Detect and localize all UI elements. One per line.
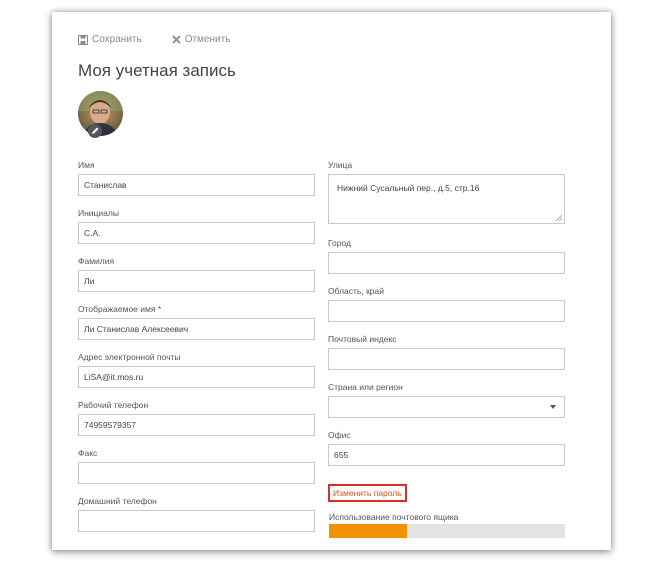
right-column: Улица Нижний Сусальный пер., д.5, стр.16…	[328, 160, 565, 478]
initials-field: Инициалы С.А.	[78, 208, 315, 256]
display-name-input[interactable]: Ли Станислав Алексеевич	[78, 318, 315, 340]
postal-code-input[interactable]	[328, 348, 565, 370]
close-icon	[172, 35, 181, 44]
field-label: Улица	[328, 160, 353, 170]
save-icon	[78, 34, 88, 45]
first-name-field: Имя Станислав	[78, 160, 315, 208]
cancel-button[interactable]: Отменить	[172, 34, 231, 45]
initials-input[interactable]: С.А.	[78, 222, 315, 244]
field-label: Отображаемое имя *	[78, 304, 162, 314]
postal-code-field: Почтовый индекс	[328, 334, 565, 382]
country-select[interactable]	[328, 396, 565, 418]
edit-photo-icon[interactable]	[88, 124, 102, 138]
field-label: Почтовый индекс	[328, 334, 397, 344]
toolbar: Сохранить Отменить	[78, 34, 230, 45]
last-name-field: Фамилия Ли	[78, 256, 315, 304]
street-textarea[interactable]: Нижний Сусальный пер., д.5, стр.16	[328, 174, 565, 224]
field-label: Город	[328, 238, 351, 248]
email-field: Адрес электронной почты LiSA@it.mos.ru	[78, 352, 315, 400]
field-label: Факс	[78, 448, 98, 458]
street-field: Улица Нижний Сусальный пер., д.5, стр.16	[328, 160, 565, 238]
work-phone-input[interactable]: 74959579357	[78, 414, 315, 436]
field-label: Инициалы	[78, 208, 119, 218]
region-field: Область, край	[328, 286, 565, 334]
home-phone-input[interactable]	[78, 510, 315, 532]
field-label: Домашний телефон	[78, 496, 157, 506]
field-label: Имя	[78, 160, 95, 170]
email-input[interactable]: LiSA@it.mos.ru	[78, 366, 315, 388]
region-input[interactable]	[328, 300, 565, 322]
office-input[interactable]: 655	[328, 444, 565, 466]
last-name-input[interactable]: Ли	[78, 270, 315, 292]
city-input[interactable]	[328, 252, 565, 274]
field-label: Рабочий телефон	[78, 400, 149, 410]
field-label: Офис	[328, 430, 351, 440]
first-name-input[interactable]: Станислав	[78, 174, 315, 196]
display-name-field: Отображаемое имя * Ли Станислав Алексеев…	[78, 304, 315, 352]
field-label: Фамилия	[78, 256, 115, 266]
save-button[interactable]: Сохранить	[78, 34, 142, 45]
work-phone-field: Рабочий телефон 74959579357	[78, 400, 315, 448]
street-value: Нижний Сусальный пер., д.5, стр.16	[337, 183, 480, 193]
account-panel: Сохранить Отменить Моя учетная запись Им…	[52, 12, 611, 550]
fax-input[interactable]	[78, 462, 315, 484]
country-field: Страна или регион	[328, 382, 565, 430]
field-label: Адрес электронной почты	[78, 352, 181, 362]
home-phone-field: Домашний телефон	[78, 496, 315, 544]
field-label: Область, край	[328, 286, 385, 296]
mailbox-usage-fill	[329, 524, 407, 538]
change-password-link[interactable]: Изменить пароль	[328, 484, 407, 502]
mailbox-usage-bar	[329, 524, 565, 538]
office-field: Офис 655	[328, 430, 565, 478]
chevron-down-icon	[550, 405, 556, 409]
cancel-label: Отменить	[184, 34, 231, 45]
city-field: Город	[328, 238, 565, 286]
save-label: Сохранить	[92, 34, 142, 45]
fax-field: Факс	[78, 448, 315, 496]
mailbox-usage-label: Использование почтового ящика	[329, 512, 459, 522]
resize-handle-icon[interactable]	[556, 215, 562, 221]
field-label: Страна или регион	[328, 382, 403, 392]
page-title: Моя учетная запись	[78, 61, 236, 80]
left-column: Имя Станислав Инициалы С.А. Фамилия Ли О…	[78, 160, 315, 544]
